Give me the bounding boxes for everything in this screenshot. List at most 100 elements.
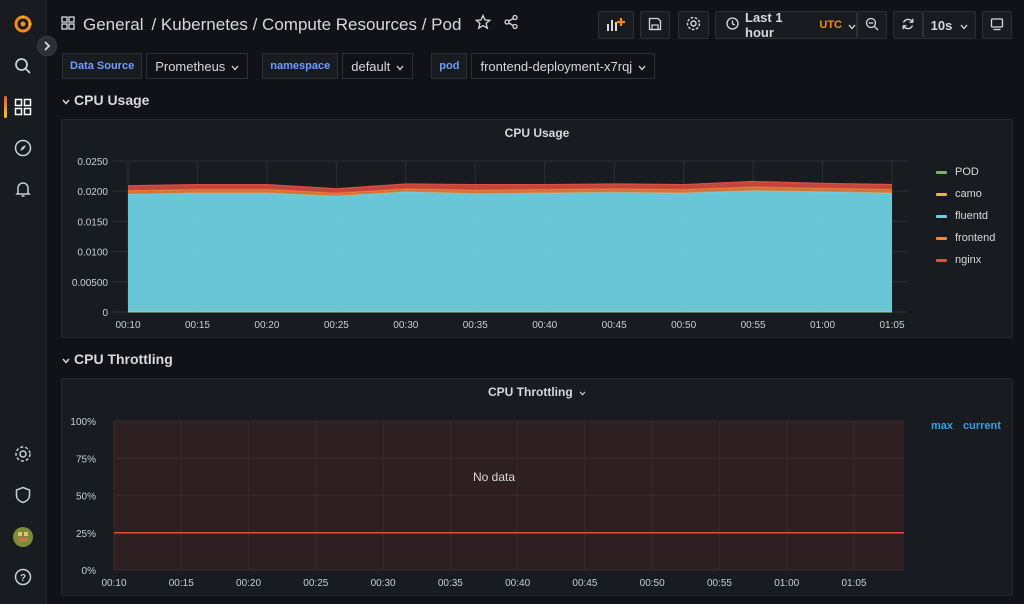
row-cpu-usage[interactable]: CPU Usage bbox=[62, 92, 149, 108]
variable-label-namespace: namespace bbox=[262, 53, 339, 79]
legend-header-max[interactable]: max bbox=[931, 420, 953, 432]
x-tick-label: 00:45 bbox=[572, 578, 597, 589]
refresh-interval-label: 10s bbox=[930, 17, 953, 33]
expand-sidebar-button[interactable] bbox=[37, 36, 57, 56]
template-variables: Data Source Prometheus namespace default… bbox=[62, 53, 656, 79]
y-tick-label: 0.0200 bbox=[77, 187, 108, 198]
legend-item[interactable]: camo bbox=[936, 183, 1024, 205]
configuration-icon[interactable] bbox=[13, 444, 33, 464]
tv-mode-icon bbox=[990, 17, 1004, 34]
variable-select-namespace[interactable]: default bbox=[342, 53, 414, 79]
alerting-icon[interactable] bbox=[13, 179, 33, 199]
y-tick-label: 100% bbox=[70, 417, 96, 428]
cpu-throttling-legend-header: max current bbox=[931, 420, 1001, 432]
variable-value-pod: frontend-deployment-x7rqj bbox=[480, 58, 633, 74]
explore-icon[interactable] bbox=[13, 138, 33, 158]
x-tick-label: 00:35 bbox=[463, 320, 488, 331]
variable-label-pod: pod bbox=[431, 53, 468, 79]
avatar[interactable] bbox=[13, 527, 33, 547]
star-icon[interactable] bbox=[474, 13, 492, 35]
chevron-down-icon bbox=[62, 351, 70, 367]
legend-item[interactable]: POD bbox=[936, 161, 1024, 183]
tv-mode-button[interactable] bbox=[982, 11, 1012, 39]
row-title-cpu-throttling: CPU Throttling bbox=[74, 351, 173, 367]
x-tick-label: 00:15 bbox=[185, 320, 210, 331]
x-tick-label: 00:15 bbox=[169, 578, 194, 589]
dashboards-icon[interactable] bbox=[13, 97, 33, 117]
cpu-throttling-chart: 0% 25% 50% 75% 100% 00:10 00:15 00:20 00:25 00:30… bbox=[70, 417, 904, 589]
zoom-out-button[interactable] bbox=[857, 11, 887, 39]
legend-item[interactable]: fluentd bbox=[936, 205, 1024, 227]
legend-swatch-camo bbox=[936, 192, 947, 196]
x-tick-label: 00:35 bbox=[438, 578, 463, 589]
x-tick-label: 00:55 bbox=[707, 578, 732, 589]
row-title-cpu-usage: CPU Usage bbox=[74, 92, 150, 108]
y-tick-label: 25% bbox=[76, 529, 96, 540]
chevron-down-icon bbox=[848, 18, 856, 33]
breadcrumb-folder[interactable]: General bbox=[83, 15, 143, 35]
time-range-label: Last 1 hour bbox=[745, 10, 783, 40]
y-tick-label: 50% bbox=[76, 492, 96, 503]
grafana-logo[interactable] bbox=[13, 14, 33, 34]
save-icon bbox=[648, 17, 662, 34]
x-tick-label: 00:10 bbox=[115, 320, 140, 331]
x-tick-label: 00:20 bbox=[254, 320, 279, 331]
save-dashboard-button[interactable] bbox=[640, 11, 670, 39]
x-tick-label: 00:20 bbox=[236, 578, 261, 589]
variable-value-namespace: default bbox=[351, 58, 391, 74]
legend-swatch-pod bbox=[936, 170, 947, 174]
legend-swatch-frontend bbox=[936, 236, 947, 240]
x-tick-label: 00:40 bbox=[532, 320, 557, 331]
variable-select-datasource[interactable]: Prometheus bbox=[146, 53, 249, 79]
x-tick-label: 01:00 bbox=[810, 320, 835, 331]
legend-label: fluentd bbox=[955, 210, 989, 222]
legend-swatch-nginx bbox=[936, 258, 947, 262]
y-tick-label: 0.0100 bbox=[77, 248, 108, 259]
x-tick-label: 00:50 bbox=[671, 320, 696, 331]
time-picker[interactable]: Last 1 hour UTC bbox=[715, 10, 857, 40]
y-tick-label: 0% bbox=[82, 566, 97, 577]
x-tick-label: 00:50 bbox=[640, 578, 665, 589]
breadcrumb: General / Kubernetes / Compute Resources… bbox=[61, 13, 519, 35]
chevron-down-icon bbox=[62, 92, 70, 108]
legend-label: frontend bbox=[955, 232, 996, 244]
x-tick-label: 01:00 bbox=[774, 578, 799, 589]
share-icon[interactable] bbox=[503, 14, 519, 35]
y-tick-label: 0.00500 bbox=[72, 278, 109, 289]
variable-label-datasource: Data Source bbox=[62, 53, 143, 79]
x-tick-label: 00:25 bbox=[303, 578, 328, 589]
row-cpu-throttling[interactable]: CPU Throttling bbox=[62, 351, 173, 367]
panel-cpu-usage[interactable]: CPU Usage 0 0.00500 0.0100 0.0150 0.0200 0.02… bbox=[61, 119, 1013, 338]
variable-select-pod[interactable]: frontend-deployment-x7rqj bbox=[471, 53, 656, 79]
legend-item[interactable]: nginx bbox=[936, 249, 1024, 271]
panel-cpu-throttling[interactable]: CPU Throttling 0% 25% 50% 75% 100% 00:10 00:15… bbox=[61, 378, 1013, 596]
server-admin-icon[interactable] bbox=[13, 485, 33, 505]
variable-value-datasource: Prometheus bbox=[155, 58, 226, 74]
breadcrumb-path[interactable]: / Kubernetes / Compute Resources / Pod bbox=[151, 15, 461, 35]
x-tick-label: 01:05 bbox=[879, 320, 904, 331]
cpu-usage-chart: 0 0.00500 0.0100 0.0150 0.0200 0.0250 00:10 00:… bbox=[72, 157, 908, 331]
legend-label: POD bbox=[955, 166, 979, 178]
refresh-icon bbox=[901, 17, 915, 34]
x-tick-label: 00:30 bbox=[371, 578, 396, 589]
y-tick-label: 0.0150 bbox=[77, 217, 108, 228]
chevron-down-icon bbox=[960, 18, 968, 33]
legend-header-current[interactable]: current bbox=[963, 420, 1001, 432]
sidebar: ? bbox=[0, 0, 47, 604]
legend-label: nginx bbox=[955, 254, 982, 266]
help-icon[interactable]: ? bbox=[13, 567, 33, 587]
clock-icon bbox=[726, 17, 739, 33]
chevron-down-icon bbox=[396, 59, 404, 74]
dashboard-settings-button[interactable] bbox=[678, 11, 709, 39]
x-tick-label: 00:55 bbox=[741, 320, 766, 331]
x-tick-label: 00:10 bbox=[101, 578, 126, 589]
refresh-interval-picker[interactable]: 10s bbox=[923, 11, 976, 39]
timezone-label: UTC bbox=[819, 19, 842, 31]
x-tick-label: 00:30 bbox=[393, 320, 418, 331]
refresh-button[interactable] bbox=[893, 11, 923, 39]
add-panel-button[interactable] bbox=[598, 11, 634, 39]
legend-item[interactable]: frontend bbox=[936, 227, 1024, 249]
x-tick-label: 00:40 bbox=[505, 578, 530, 589]
y-tick-label: 0.0250 bbox=[77, 157, 108, 168]
search-icon[interactable] bbox=[13, 56, 33, 76]
